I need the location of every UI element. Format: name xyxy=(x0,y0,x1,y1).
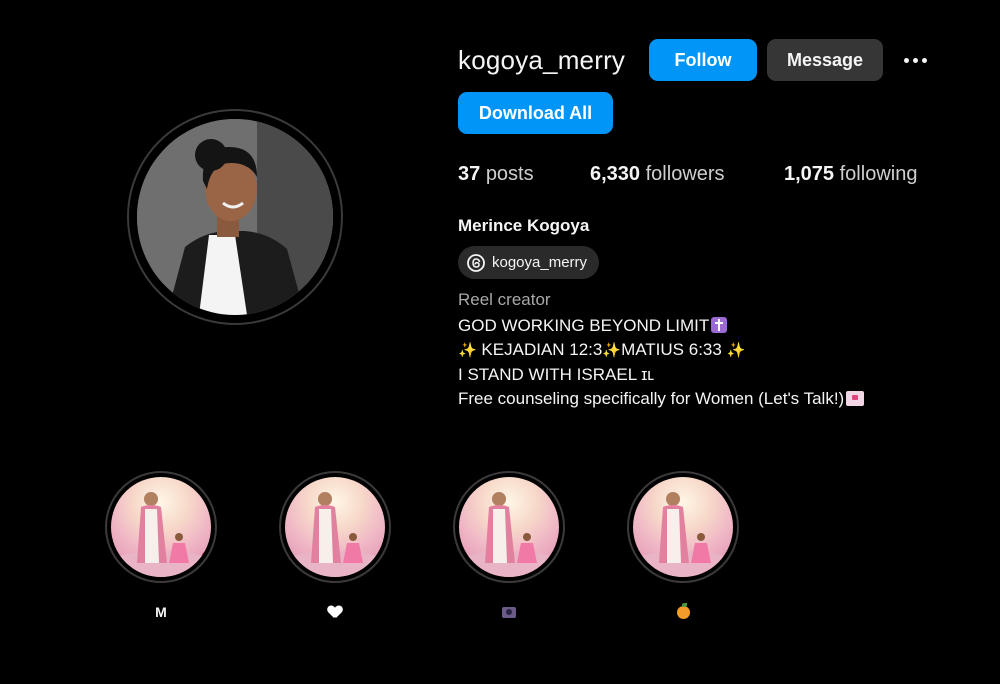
profile-avatar[interactable] xyxy=(137,119,333,315)
highlight-ring xyxy=(105,471,217,583)
movie-camera-icon xyxy=(502,606,516,618)
story-highlight-1[interactable]: M xyxy=(105,471,217,621)
threads-icon xyxy=(467,253,485,272)
sparkles-icon: ✨ xyxy=(602,342,622,359)
story-highlight-2[interactable] xyxy=(279,471,391,621)
sparkles-icon: ✨ xyxy=(458,342,477,359)
highlight-label xyxy=(453,603,565,621)
posts-count: 37 xyxy=(458,163,481,185)
threads-link[interactable]: kogoya_merry xyxy=(458,246,600,279)
more-options-icon[interactable] xyxy=(898,48,932,72)
threads-handle: kogoya_merry xyxy=(492,254,588,271)
sparkles-icon: ✨ xyxy=(726,342,746,359)
highlight-cover xyxy=(459,477,559,577)
following-count: 1,075 xyxy=(784,163,835,185)
white-heart-icon xyxy=(328,606,342,619)
bio-line-3: I STAND WITH ISRAEL ɪʟ xyxy=(458,365,655,384)
follow-button[interactable]: Follow xyxy=(649,39,757,81)
highlight-label xyxy=(279,603,391,621)
message-button[interactable]: Message xyxy=(767,39,883,81)
highlight-cover xyxy=(633,477,733,577)
highlight-cover xyxy=(285,477,385,577)
followers-count: 6,330 xyxy=(590,163,641,185)
profile-avatar-ring[interactable] xyxy=(127,109,343,325)
highlight-label: M xyxy=(155,604,167,620)
followers-stat[interactable]: 6,330 followers xyxy=(590,163,725,186)
following-stat[interactable]: 1,075 following xyxy=(784,163,917,186)
highlight-cover xyxy=(111,477,211,577)
profile-photo-illustration xyxy=(137,119,333,315)
followers-label: followers xyxy=(645,163,725,185)
bio-line-1: GOD WORKING BEYOND LIMIT xyxy=(458,314,864,338)
highlight-ring xyxy=(453,471,565,583)
bio-line-4: Free counseling specifically for Women (… xyxy=(458,387,865,411)
download-all-button[interactable]: Download All xyxy=(458,92,613,134)
highlight-ring xyxy=(627,471,739,583)
story-highlight-3[interactable] xyxy=(453,471,565,621)
highlight-ring xyxy=(279,471,391,583)
envelope-icon xyxy=(846,391,865,406)
profile-username: kogoya_merry xyxy=(458,45,626,75)
story-highlight-4[interactable] xyxy=(627,471,739,621)
highlight-label xyxy=(627,602,739,621)
profile-full-name: Merince Kogoya xyxy=(458,216,590,235)
bio-line-2: ✨ KEJADIAN 12:3✨MATIUS 6:33 ✨ xyxy=(458,340,746,359)
posts-label: posts xyxy=(485,163,534,185)
latin-cross-icon xyxy=(711,317,728,333)
tangerine-icon xyxy=(676,602,690,619)
profile-category: Reel creator xyxy=(458,290,551,309)
posts-stat: 37 posts xyxy=(458,163,534,186)
following-label: following xyxy=(839,163,918,185)
profile-bio: GOD WORKING BEYOND LIMIT ✨ KEJADIAN 12:3… xyxy=(458,314,865,411)
